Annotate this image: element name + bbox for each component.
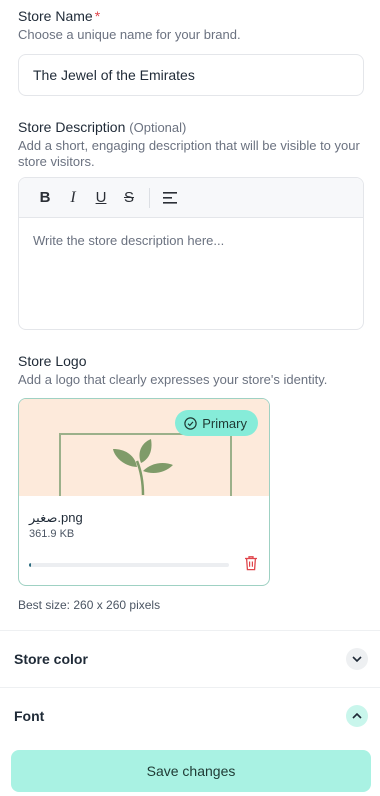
font-accordion[interactable]: Font (14, 704, 368, 728)
best-size-hint: Best size: 260 x 260 pixels (18, 598, 161, 612)
save-changes-button[interactable]: Save changes (11, 750, 371, 792)
store-description-label: Store Description (Optional) (18, 119, 186, 135)
store-name-label-text: Store Name (18, 8, 93, 24)
upload-progress-fill (29, 563, 31, 567)
store-logo-hint: Add a logo that clearly expresses your s… (18, 372, 328, 387)
store-name-value: The Jewel of the Emirates (33, 67, 195, 83)
section-divider (0, 687, 380, 688)
upload-progress-bar (29, 563, 229, 567)
description-placeholder: Write the store description here... (33, 233, 225, 248)
strikethrough-button[interactable]: S (115, 184, 143, 212)
store-name-hint: Choose a unique name for your brand. (18, 27, 241, 42)
editor-toolbar: B I U S (19, 178, 363, 218)
store-description-hint: Add a short, engaging description that w… (18, 138, 360, 169)
optional-tag: (Optional) (129, 120, 187, 135)
store-color-accordion[interactable]: Store color (14, 647, 368, 671)
store-name-label: Store Name * (18, 8, 100, 24)
toolbar-divider (149, 187, 150, 208)
section-divider (0, 630, 380, 631)
store-name-input[interactable]: The Jewel of the Emirates (18, 54, 364, 96)
chevron-up-icon[interactable] (346, 705, 368, 727)
check-circle-icon (184, 416, 197, 430)
required-mark: * (94, 8, 101, 24)
store-color-title: Store color (14, 651, 88, 667)
primary-badge: Primary (175, 410, 258, 436)
bold-button[interactable]: B (31, 184, 59, 212)
primary-badge-label: Primary (202, 415, 247, 431)
logo-upload-card: Primary صغير.png 361.9 KB (18, 398, 270, 586)
file-name: صغير.png (29, 510, 83, 525)
footer-bar: Save changes (0, 740, 380, 796)
align-left-icon[interactable] (156, 184, 184, 212)
italic-button[interactable]: I (59, 184, 87, 212)
chevron-down-icon[interactable] (346, 648, 368, 670)
description-textarea[interactable]: Write the store description here... (19, 218, 363, 263)
logo-preview: Primary (19, 399, 269, 496)
store-description-label-text: Store Description (18, 119, 126, 135)
save-changes-label: Save changes (146, 763, 236, 779)
description-editor: B I U S Write the store description here… (18, 177, 364, 330)
file-size: 361.9 KB (29, 528, 75, 540)
leaf-icon (113, 439, 173, 496)
store-logo-label: Store Logo (18, 353, 87, 369)
underline-button[interactable]: U (87, 184, 115, 212)
trash-icon[interactable] (244, 555, 258, 571)
font-title: Font (14, 708, 45, 724)
